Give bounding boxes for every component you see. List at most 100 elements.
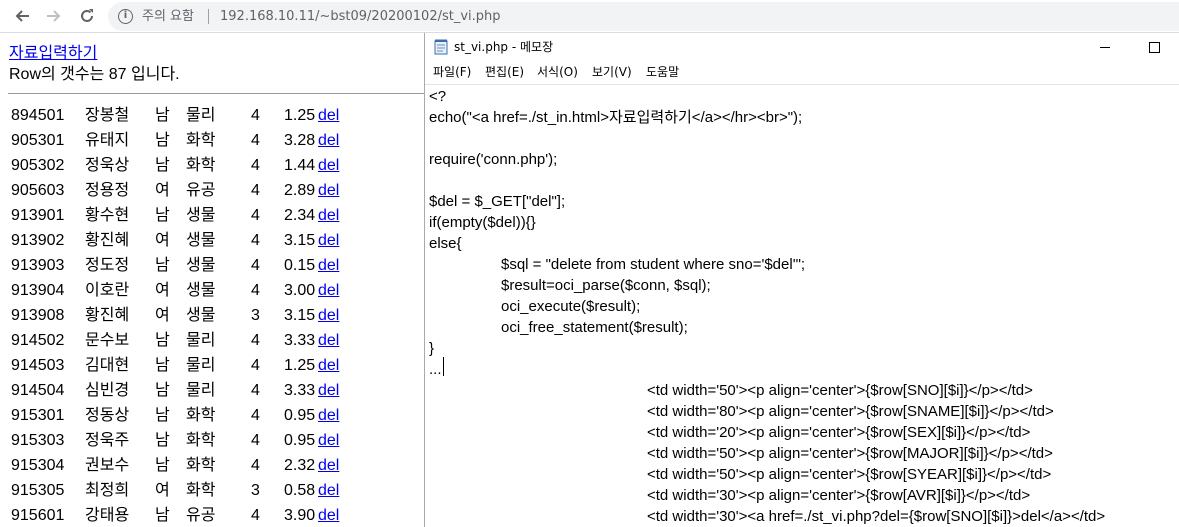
delete-link[interactable]: del	[318, 381, 339, 401]
text-caret	[443, 357, 444, 376]
student-avr-cell: 3.15	[284, 307, 316, 324]
notepad-title-bar[interactable]: st_vi.php - 메모장	[425, 33, 1179, 61]
address-bar[interactable]: i 주의 요함 192.168.10.11/~bst09/20200102/st…	[108, 2, 1179, 31]
student-sex-cell: 여	[155, 182, 170, 199]
student-avr-cell: 3.90	[284, 507, 316, 524]
code-line: <?	[429, 88, 447, 105]
code-line: }	[429, 340, 435, 357]
delete-link[interactable]: del	[318, 281, 339, 301]
student-year-cell: 4	[251, 332, 260, 349]
delete-link[interactable]: del	[318, 506, 339, 526]
delete-link[interactable]: del	[318, 331, 339, 351]
student-id-cell: 905603	[11, 182, 65, 199]
student-name-cell: 정도정	[85, 257, 130, 274]
student-id-cell: 913902	[11, 232, 65, 249]
code-line: <td width='30'><p align='center'>{$row[A…	[647, 487, 1031, 504]
menu-file[interactable]: 파일(F)	[433, 64, 471, 80]
student-major-cell: 생물	[186, 232, 216, 249]
student-name-cell: 심빈경	[85, 382, 130, 399]
student-name-cell: 황진혜	[85, 232, 130, 249]
reload-icon	[81, 9, 93, 22]
delete-link[interactable]: del	[318, 406, 339, 426]
url-text[interactable]: 192.168.10.11/~bst09/20200102/st_vi.php	[220, 8, 501, 25]
table-row: 913908 황진혜 여 생물 3 3.15 del	[0, 306, 424, 331]
notepad-menu-bar: 파일(F) 편집(E) 서식(O) 보기(V) 도움말	[425, 61, 1179, 83]
code-line: $result=oci_parse($conn, $sql);	[501, 277, 711, 294]
student-sex-cell: 여	[155, 282, 170, 299]
delete-link[interactable]: del	[318, 481, 339, 501]
student-year-cell: 4	[251, 457, 260, 474]
table-row: 894501 장봉철 남 물리 4 1.25 del	[0, 106, 424, 131]
student-name-cell: 정욱상	[85, 157, 130, 174]
forward-button[interactable]	[43, 5, 65, 27]
student-sex-cell: 남	[155, 382, 170, 399]
student-major-cell: 화학	[186, 457, 216, 474]
delete-link[interactable]: del	[318, 356, 339, 376]
delete-link[interactable]: del	[318, 256, 339, 276]
student-id-cell: 914504	[11, 382, 65, 399]
student-name-cell: 황진혜	[85, 307, 130, 324]
notepad-window: st_vi.php - 메모장 파일(F) 편집(E) 서식(O) 보기(V) …	[424, 33, 1179, 527]
student-major-cell: 생물	[186, 257, 216, 274]
code-line: $del = $_GET["del"];	[429, 193, 566, 210]
menu-format[interactable]: 서식(O)	[537, 64, 578, 80]
delete-link[interactable]: del	[318, 156, 339, 176]
reload-button[interactable]	[76, 5, 98, 27]
table-row: 913901 황수현 남 생물 4 2.34 del	[0, 206, 424, 231]
student-year-cell: 4	[251, 232, 260, 249]
menu-view[interactable]: 보기(V)	[592, 64, 632, 80]
code-line: if(empty($del)){}	[429, 214, 536, 231]
student-major-cell: 생물	[186, 307, 216, 324]
student-id-cell: 913908	[11, 307, 65, 324]
code-line: require('conn.php');	[429, 151, 558, 168]
student-avr-cell: 2.32	[284, 457, 316, 474]
code-line: ...	[429, 361, 442, 378]
back-arrow-icon	[15, 10, 29, 22]
delete-link[interactable]: del	[318, 231, 339, 251]
delete-link[interactable]: del	[318, 456, 339, 476]
menu-edit[interactable]: 편집(E)	[485, 64, 524, 80]
delete-link[interactable]: del	[318, 431, 339, 451]
student-major-cell: 유공	[186, 182, 216, 199]
student-id-cell: 905301	[11, 132, 65, 149]
web-page: 자료입력하기 Row의 갯수는 87 입니다. 894501 장봉철 남 물리 4 1.2…	[0, 34, 424, 527]
table-row: 915305 최정희 여 화학 3 0.58 del	[0, 481, 424, 506]
back-button[interactable]	[11, 5, 33, 27]
row-count-text: Row의 갯수는 87 입니다.	[9, 66, 180, 83]
student-avr-cell: 0.95	[284, 407, 316, 424]
student-avr-cell: 2.34	[284, 207, 316, 224]
student-avr-cell: 1.44	[284, 157, 316, 174]
table-row: 914502 문수보 남 물리 4 3.33 del	[0, 331, 424, 356]
info-icon[interactable]: i	[118, 9, 133, 24]
input-data-link[interactable]: 자료입력하기	[9, 44, 97, 64]
student-avr-cell: 1.25	[284, 357, 316, 374]
maximize-button[interactable]	[1137, 36, 1167, 58]
code-line: <td width='50'><p align='center'>{$row[S…	[647, 466, 1052, 483]
student-avr-cell: 0.95	[284, 432, 316, 449]
table-row: 905603 정용정 여 유공 4 2.89 del	[0, 181, 424, 206]
delete-link[interactable]: del	[318, 181, 339, 201]
security-status[interactable]: 주의 요함	[142, 8, 194, 25]
student-year-cell: 4	[251, 207, 260, 224]
notepad-text-area[interactable]: <? echo("<a href=./st_in.html>자료입력하기</a>…	[425, 84, 1179, 527]
delete-link[interactable]: del	[318, 106, 339, 126]
code-line: oci_free_statement($result);	[501, 319, 688, 336]
student-id-cell: 915305	[11, 482, 65, 499]
student-major-cell: 화학	[186, 132, 216, 149]
code-line: <td width='80'><p align='center'>{$row[S…	[647, 403, 1054, 420]
horizontal-rule	[8, 93, 424, 94]
student-name-cell: 황수현	[85, 207, 130, 224]
student-name-cell: 김대현	[85, 357, 130, 374]
student-year-cell: 4	[251, 107, 260, 124]
menu-help[interactable]: 도움말	[646, 64, 679, 80]
minimize-button[interactable]	[1090, 36, 1120, 58]
student-sex-cell: 남	[155, 257, 170, 274]
delete-link[interactable]: del	[318, 306, 339, 326]
delete-link[interactable]: del	[318, 131, 339, 151]
student-major-cell: 유공	[186, 507, 216, 524]
delete-link[interactable]: del	[318, 206, 339, 226]
table-row: 913903 정도정 남 생물 4 0.15 del	[0, 256, 424, 281]
code-line: <td width='30'><a href=./st_vi.php?del={…	[647, 508, 1106, 525]
student-name-cell: 장봉철	[85, 107, 130, 124]
student-id-cell: 905302	[11, 157, 65, 174]
